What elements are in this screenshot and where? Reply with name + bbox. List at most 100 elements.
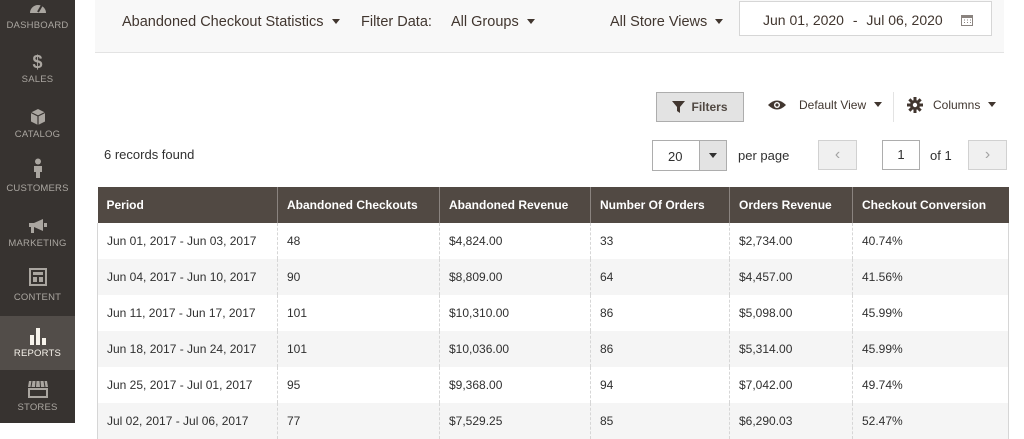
cell-abandoned-revenue: $4,824.00 (439, 223, 591, 259)
next-page-button[interactable]: › (968, 140, 1007, 170)
cell-abandoned-checkouts: 101 (277, 295, 440, 331)
previous-page-button[interactable]: ‹ (818, 140, 857, 170)
cell-checkout-conversion: 45.99% (852, 331, 1009, 367)
cell-checkout-conversion: 45.99% (852, 295, 1009, 331)
date-separator: - (852, 12, 858, 28)
filter-data-label: Filter Data: (361, 14, 432, 30)
sidebar-item-stores[interactable]: STORES (0, 372, 75, 426)
customer-group-select[interactable]: All Groups (451, 14, 535, 30)
cell-period: Jun 25, 2017 - Jul 01, 2017 (97, 367, 278, 403)
column-header-abandoned-checkouts[interactable]: Abandoned Checkouts (277, 187, 440, 223)
sidebar-item-catalog[interactable]: CATALOG (0, 102, 75, 156)
per-page-value: 20 (668, 149, 683, 164)
filters-button[interactable]: Filters (656, 92, 744, 122)
chevron-left-icon: ‹ (834, 146, 841, 163)
customer-group-value: All Groups (451, 14, 519, 30)
columns-label: Columns (933, 98, 981, 112)
date-to: Jul 06, 2020 (866, 12, 943, 28)
store-icon (0, 380, 75, 398)
cell-orders-revenue: $4,457.00 (729, 259, 853, 295)
cell-number-of-orders: 85 (590, 403, 730, 439)
column-header-period[interactable]: Period (97, 187, 278, 223)
default-view-dropdown[interactable]: Default View (767, 98, 883, 112)
bar-chart-icon (0, 326, 75, 346)
sidebar-item-marketing[interactable]: MARKETING (0, 210, 75, 264)
sidebar-item-dashboard[interactable]: DASHBOARD (0, 0, 75, 40)
cell-abandoned-revenue: $8,809.00 (439, 259, 591, 295)
cell-checkout-conversion: 49.74% (852, 367, 1009, 403)
dashboard-icon (0, 0, 75, 14)
table-row[interactable]: Jun 11, 2017 - Jun 17, 2017 101 $10,310.… (97, 295, 1009, 331)
main-content: Abandoned Checkout Statistics Filter Dat… (75, 0, 1024, 439)
column-header-orders-revenue[interactable]: Orders Revenue (729, 187, 853, 223)
box-icon (0, 108, 75, 126)
sidebar-item-content[interactable]: CONTENT (0, 264, 75, 318)
report-type-value: Abandoned Checkout Statistics (122, 14, 324, 30)
cell-number-of-orders: 86 (590, 331, 730, 367)
per-page-select[interactable]: 20 (652, 140, 727, 171)
cell-period: Jun 11, 2017 - Jun 17, 2017 (97, 295, 278, 331)
records-found: 6 records found (104, 147, 195, 162)
cell-period: Jun 04, 2017 - Jun 10, 2017 (97, 259, 278, 295)
report-type-select[interactable]: Abandoned Checkout Statistics (122, 14, 340, 30)
per-page-label: per page (738, 148, 790, 163)
table-row[interactable]: Jun 18, 2017 - Jun 24, 2017 101 $10,036.… (97, 331, 1009, 367)
cell-number-of-orders: 33 (590, 223, 730, 259)
sidebar-item-reports[interactable]: REPORTS (0, 316, 75, 370)
cell-abandoned-revenue: $10,310.00 (439, 295, 591, 331)
cell-checkout-conversion: 52.47% (852, 403, 1009, 439)
sidebar-item-label: STORES (17, 402, 58, 413)
caret-down-icon (715, 18, 724, 24)
current-page-input[interactable]: 1 (882, 140, 920, 170)
cell-period: Jun 18, 2017 - Jun 24, 2017 (97, 331, 278, 367)
dollar-icon: $ (32, 52, 43, 72)
sidebar-item-sales[interactable]: $ SALES (0, 48, 75, 102)
cell-orders-revenue: $5,098.00 (729, 295, 853, 331)
abandoned-checkout-table: Period Abandoned Checkouts Abandoned Rev… (97, 187, 1009, 439)
cell-number-of-orders: 94 (590, 367, 730, 403)
gear-icon (907, 97, 923, 113)
cell-abandoned-checkouts: 77 (277, 403, 440, 439)
cell-orders-revenue: $7,042.00 (729, 367, 853, 403)
sidebar-item-label: REPORTS (13, 348, 62, 359)
date-range-text: Jun 01, 2020 - Jul 06, 2020 (763, 12, 943, 28)
caret-down-icon (988, 101, 997, 107)
column-header-number-of-orders[interactable]: Number Of Orders (590, 187, 730, 223)
chevron-right-icon: › (984, 146, 991, 163)
store-view-value: All Store Views (610, 14, 708, 30)
sidebar-item-customers[interactable]: CUSTOMERS (0, 156, 75, 210)
sidebar-item-label: DASHBOARD (6, 20, 69, 31)
caret-down-icon (874, 101, 883, 107)
store-view-select[interactable]: All Store Views (610, 14, 724, 30)
cell-orders-revenue: $6,290.03 (729, 403, 853, 439)
sidebar-item-label: MARKETING (8, 238, 67, 249)
cell-number-of-orders: 86 (590, 295, 730, 331)
date-from: Jun 01, 2020 (763, 12, 844, 28)
cell-number-of-orders: 64 (590, 259, 730, 295)
calendar-icon[interactable] (961, 13, 973, 31)
column-header-checkout-conversion[interactable]: Checkout Conversion (852, 187, 1009, 223)
cell-orders-revenue: $5,314.00 (729, 331, 853, 367)
cell-abandoned-checkouts: 48 (277, 223, 440, 259)
table-row[interactable]: Jun 04, 2017 - Jun 10, 2017 90 $8,809.00… (97, 259, 1009, 295)
table-row[interactable]: Jun 01, 2017 - Jun 03, 2017 48 $4,824.00… (97, 223, 1009, 259)
filters-label: Filters (691, 100, 728, 114)
person-icon (0, 158, 75, 178)
per-page-dropdown-toggle[interactable] (699, 141, 726, 170)
table-row[interactable]: Jul 02, 2017 - Jul 06, 2017 77 $7,529.25… (97, 403, 1009, 439)
columns-dropdown[interactable]: Columns (907, 97, 997, 113)
megaphone-icon (0, 218, 75, 234)
report-filter-bar: Abandoned Checkout Statistics Filter Dat… (95, 0, 1004, 53)
cell-abandoned-checkouts: 95 (277, 367, 440, 403)
cell-abandoned-revenue: $10,036.00 (439, 331, 591, 367)
table-row[interactable]: Jun 25, 2017 - Jul 01, 2017 95 $9,368.00… (97, 367, 1009, 403)
column-header-abandoned-revenue[interactable]: Abandoned Revenue (439, 187, 591, 223)
cell-period: Jun 01, 2017 - Jun 03, 2017 (97, 223, 278, 259)
cell-abandoned-checkouts: 90 (277, 259, 440, 295)
cell-checkout-conversion: 40.74% (852, 223, 1009, 259)
admin-sidebar: DASHBOARD $ SALES CATALOG CUSTOMERS MARK… (0, 0, 75, 423)
toolbar-divider (893, 92, 894, 122)
default-view-label: Default View (799, 98, 867, 112)
sidebar-item-label: CONTENT (13, 292, 62, 303)
date-range-picker[interactable]: Jun 01, 2020 - Jul 06, 2020 (739, 1, 992, 36)
